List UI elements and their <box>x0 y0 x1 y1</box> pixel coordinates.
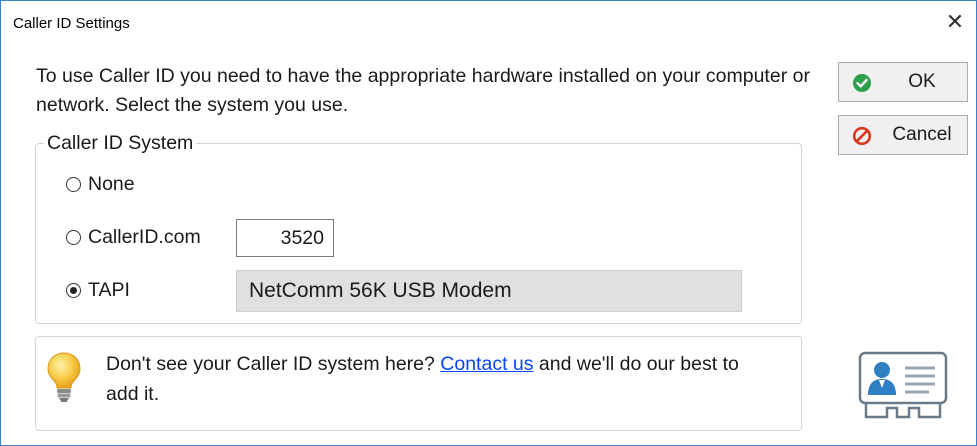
cancel-button-label: Cancel <box>892 124 952 145</box>
contact-us-link[interactable]: Contact us <box>440 353 533 375</box>
close-icon[interactable]: ✕ <box>942 9 968 35</box>
radio-tapi[interactable]: TAPI <box>66 279 130 302</box>
group-legend: Caller ID System <box>44 132 197 155</box>
radio-tapi-circle[interactable] <box>66 283 81 298</box>
callerid-port-input[interactable] <box>236 219 334 257</box>
prohibited-icon <box>852 126 872 146</box>
ok-button[interactable]: OK <box>838 62 968 102</box>
tapi-device-select[interactable]: NetComm 56K USB Modem <box>236 270 742 312</box>
radio-callerid-com[interactable]: CallerID.com <box>66 226 201 249</box>
lightbulb-icon <box>47 352 81 402</box>
radio-none-label: None <box>88 173 135 195</box>
intro-text: To use Caller ID you need to have the ap… <box>36 65 810 116</box>
check-circle-icon <box>853 74 871 92</box>
radio-callerid-com-label: CallerID.com <box>88 226 201 248</box>
tip-text: Don't see your Caller ID system here? Co… <box>106 349 756 409</box>
tip-text-before: Don't see your Caller ID system here? <box>106 353 441 375</box>
ok-button-label: OK <box>908 71 936 92</box>
cancel-button[interactable]: Cancel <box>838 115 968 155</box>
contact-card-icon <box>858 351 948 419</box>
radio-none[interactable]: None <box>66 173 135 196</box>
radio-tapi-label: TAPI <box>88 279 130 301</box>
title-bar: Caller ID Settings ✕ <box>1 1 976 45</box>
radio-callerid-com-circle[interactable] <box>66 230 81 245</box>
radio-none-circle[interactable] <box>66 177 81 192</box>
window-title: Caller ID Settings <box>13 15 130 32</box>
